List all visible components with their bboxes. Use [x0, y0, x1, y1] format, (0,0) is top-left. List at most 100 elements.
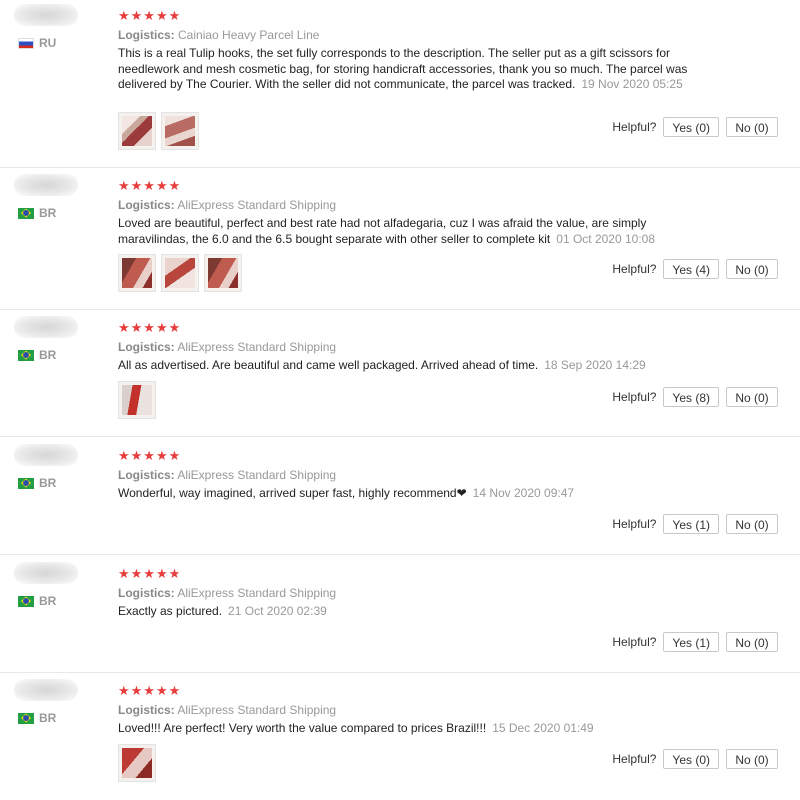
ru-flag-icon	[18, 37, 34, 49]
country: BR	[18, 711, 56, 725]
review-photo[interactable]	[118, 254, 156, 292]
review-item: BR ★★★★★ Logistics: AliExpress Standard …	[0, 675, 800, 800]
review-date: 15 Dec 2020 01:49	[492, 721, 594, 735]
review-photo[interactable]	[118, 381, 156, 419]
helpful-yes-button[interactable]: Yes (0)	[663, 117, 719, 137]
helpful-label: Helpful?	[612, 635, 657, 649]
avatar	[14, 679, 78, 701]
review-photo[interactable]	[161, 112, 199, 150]
helpful-label: Helpful?	[612, 120, 657, 134]
logistics-value: AliExpress Standard Shipping	[177, 586, 337, 600]
logistics-label: Logistics:	[118, 340, 175, 354]
country-code: BR	[39, 711, 57, 725]
br-flag-icon	[18, 349, 34, 361]
helpful-no-button[interactable]: No (0)	[726, 632, 778, 652]
helpful-no-button[interactable]: No (0)	[726, 117, 778, 137]
helpful-no-button[interactable]: No (0)	[726, 259, 778, 279]
country-code: BR	[39, 206, 57, 220]
helpful-yes-button[interactable]: Yes (8)	[663, 387, 719, 407]
review-date: 01 Oct 2020 10:08	[556, 231, 656, 246]
helpful-controls: Helpful? Yes (0) No (0)	[612, 749, 778, 769]
review-item: BR ★★★★★ Logistics: AliExpress Standard …	[0, 440, 800, 555]
review-photo[interactable]	[118, 744, 156, 782]
helpful-yes-button[interactable]: Yes (4)	[663, 259, 719, 279]
logistics-value: AliExpress Standard Shipping	[177, 198, 337, 212]
review-text: Loved!!! Are perfect! Very worth the val…	[118, 721, 690, 737]
review-item: BR ★★★★★ Logistics: AliExpress Standard …	[0, 558, 800, 673]
avatar	[14, 444, 78, 466]
logistics-label: Logistics:	[118, 28, 175, 42]
review-body: Loved!!! Are perfect! Very worth the val…	[118, 721, 487, 735]
country-code: BR	[39, 476, 57, 490]
logistics-line: Logistics: AliExpress Standard Shipping	[118, 585, 336, 601]
helpful-yes-button[interactable]: Yes (0)	[663, 749, 719, 769]
helpful-controls: Helpful? Yes (8) No (0)	[612, 387, 778, 407]
review-photo[interactable]	[118, 112, 156, 150]
star-rating: ★★★★★	[118, 178, 182, 193]
review-photos	[118, 381, 156, 419]
review-date: 21 Oct 2020 02:39	[228, 604, 327, 618]
star-rating: ★★★★★	[118, 566, 182, 581]
country: BR	[18, 594, 56, 608]
helpful-controls: Helpful? Yes (1) No (0)	[612, 632, 778, 652]
helpful-label: Helpful?	[612, 517, 657, 531]
review-body: Exactly as pictured.	[118, 604, 223, 618]
helpful-no-button[interactable]: No (0)	[726, 749, 778, 769]
star-rating: ★★★★★	[118, 8, 182, 23]
logistics-value: AliExpress Standard Shipping	[177, 703, 337, 717]
helpful-label: Helpful?	[612, 262, 657, 276]
logistics-line: Logistics: AliExpress Standard Shipping	[118, 702, 336, 718]
logistics-label: Logistics:	[118, 703, 175, 717]
review-text: Loved are beautiful, perfect and best ra…	[118, 216, 690, 247]
helpful-controls: Helpful? Yes (1) No (0)	[612, 514, 778, 534]
review-text: Wonderful, way imagined, arrived super f…	[118, 486, 690, 502]
review-photo[interactable]	[161, 254, 199, 292]
helpful-no-button[interactable]: No (0)	[726, 514, 778, 534]
review-item: BR ★★★★★ Logistics: AliExpress Standard …	[0, 312, 800, 437]
star-rating: ★★★★★	[118, 683, 182, 698]
helpful-yes-button[interactable]: Yes (1)	[663, 632, 719, 652]
review-photo[interactable]	[204, 254, 242, 292]
logistics-value: Cainiao Heavy Parcel Line	[178, 28, 320, 42]
helpful-label: Helpful?	[612, 752, 657, 766]
review-photos	[118, 744, 156, 782]
logistics-line: Logistics: AliExpress Standard Shipping	[118, 339, 336, 355]
star-rating: ★★★★★	[118, 320, 182, 335]
logistics-value: AliExpress Standard Shipping	[177, 340, 337, 354]
br-flag-icon	[18, 595, 34, 607]
country: BR	[18, 476, 56, 490]
helpful-controls: Helpful? Yes (4) No (0)	[612, 259, 778, 279]
review-photos	[118, 254, 242, 292]
avatar	[14, 174, 78, 196]
logistics-label: Logistics:	[118, 468, 175, 482]
helpful-controls: Helpful? Yes (0) No (0)	[612, 117, 778, 137]
helpful-yes-button[interactable]: Yes (1)	[663, 514, 719, 534]
review-text: This is a real Tulip hooks, the set full…	[118, 46, 690, 93]
logistics-label: Logistics:	[118, 198, 175, 212]
avatar	[14, 316, 78, 338]
review-item: BR ★★★★★ Logistics: AliExpress Standard …	[0, 170, 800, 310]
star-rating: ★★★★★	[118, 448, 182, 463]
br-flag-icon	[18, 207, 34, 219]
logistics-value: AliExpress Standard Shipping	[177, 468, 337, 482]
review-body: Wonderful, way imagined, arrived super f…	[118, 486, 467, 500]
avatar	[14, 562, 78, 584]
helpful-label: Helpful?	[612, 390, 657, 404]
br-flag-icon	[18, 477, 34, 489]
review-body: All as advertised. Are beautiful and cam…	[118, 358, 539, 372]
logistics-line: Logistics: Cainiao Heavy Parcel Line	[118, 27, 319, 43]
country-code: BR	[39, 348, 57, 362]
helpful-no-button[interactable]: No (0)	[726, 387, 778, 407]
logistics-line: Logistics: AliExpress Standard Shipping	[118, 467, 336, 483]
country: BR	[18, 206, 56, 220]
review-date: 19 Nov 2020 05:25	[581, 77, 683, 91]
review-text: All as advertised. Are beautiful and cam…	[118, 358, 690, 374]
review-item: RU ★★★★★ Logistics: Cainiao Heavy Parcel…	[0, 0, 800, 168]
country: BR	[18, 348, 56, 362]
review-date: 14 Nov 2020 09:47	[472, 486, 575, 500]
logistics-label: Logistics:	[118, 586, 175, 600]
logistics-line: Logistics: AliExpress Standard Shipping	[118, 197, 336, 213]
review-photos	[118, 112, 199, 150]
br-flag-icon	[18, 712, 34, 724]
review-text: Exactly as pictured. 21 Oct 2020 02:39	[118, 604, 690, 620]
